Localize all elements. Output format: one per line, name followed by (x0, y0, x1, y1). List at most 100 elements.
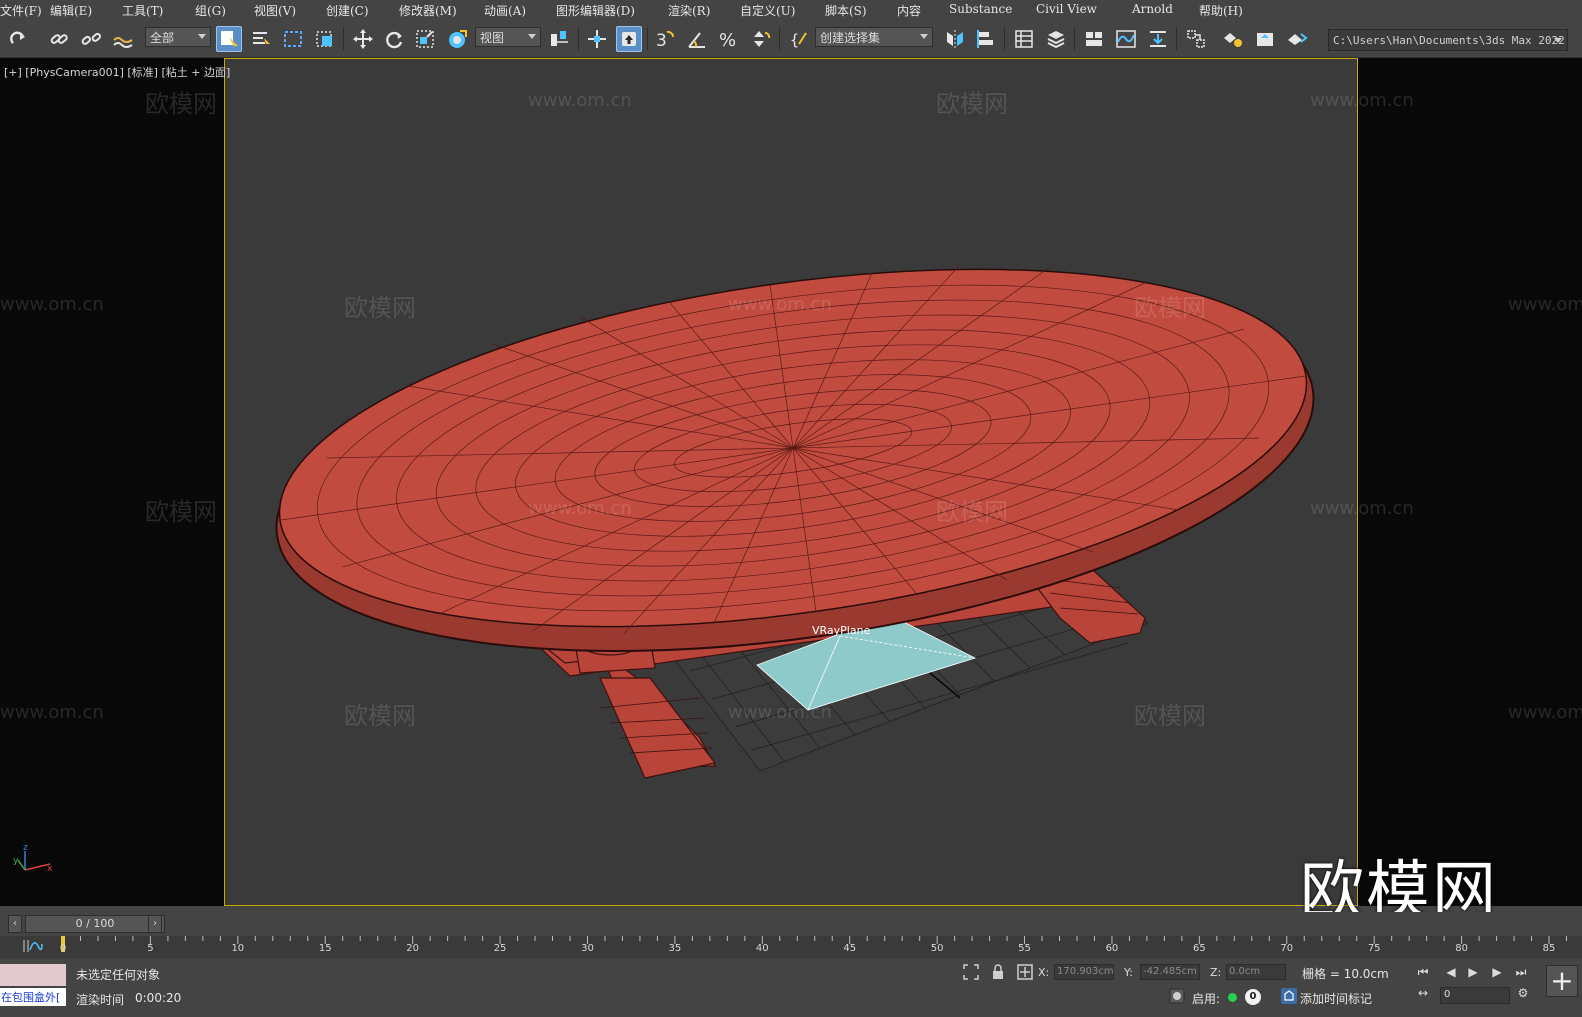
y-coordinate-field[interactable]: -42.485cm (1140, 964, 1200, 980)
curve-editor-icon[interactable] (1113, 26, 1139, 52)
reference-coord-dropdown[interactable]: 视图 (475, 27, 541, 47)
scene-explorer-icon[interactable] (1011, 26, 1037, 52)
percent-snap-icon[interactable]: % (716, 26, 742, 52)
viewport-label[interactable]: [+] [PhysCamera001] [标准] [粘土 + 边面] (4, 64, 230, 80)
toggle-ribbon-icon[interactable] (1081, 26, 1107, 52)
mirror-icon[interactable] (942, 26, 968, 52)
chevron-right-icon[interactable]: › (148, 915, 162, 933)
svg-text:3: 3 (656, 31, 667, 50)
select-by-name-icon[interactable] (248, 26, 274, 52)
toolbar-separator (779, 28, 780, 50)
menu-item[interactable]: 图形编辑器(D) (556, 2, 635, 19)
z-coordinate-field[interactable]: 0.0cm (1226, 964, 1286, 980)
lock-icon[interactable] (990, 963, 1006, 981)
menu-item[interactable]: 渲染(R) (668, 2, 710, 19)
toolbar-separator (647, 28, 648, 50)
track-tick-label: 15 (318, 943, 332, 954)
add-time-tag-button[interactable]: 添加时间标记 (1300, 990, 1372, 1007)
select-object-icon[interactable] (216, 26, 242, 52)
menu-item[interactable]: 自定义(U) (740, 2, 795, 19)
play-icon[interactable]: ▶ (1464, 963, 1482, 981)
next-frame-icon[interactable]: ▶ (1488, 963, 1506, 981)
toolbar-separator (343, 28, 344, 50)
menu-item[interactable]: Arnold (1132, 2, 1173, 16)
menu-item[interactable]: Substance (949, 2, 1012, 16)
track-tick-label: 75 (1367, 943, 1381, 954)
menu-item[interactable]: 视图(V) (254, 2, 296, 19)
time-slider-frame[interactable]: 0 / 100 (25, 915, 165, 933)
interactive-render-icon[interactable] (1168, 987, 1186, 1005)
menu-item[interactable]: 编辑(E) (50, 2, 92, 19)
snaps-toggle-icon[interactable]: 3 (652, 26, 678, 52)
go-to-start-icon[interactable]: ⏮ (1414, 963, 1432, 981)
material-editor-icon[interactable] (1183, 26, 1209, 52)
spinner-snap-icon[interactable] (748, 26, 774, 52)
time-tag-icon[interactable] (1280, 987, 1298, 1005)
named-selection-dropdown[interactable]: 创建选择集 (815, 27, 933, 47)
track-tick-label: 65 (1192, 943, 1206, 954)
edit-named-selection-icon[interactable]: { (786, 26, 812, 52)
angle-snap-icon[interactable] (684, 26, 710, 52)
track-tick-label: 60 (1105, 943, 1119, 954)
link-icon[interactable] (46, 26, 72, 52)
go-to-end-icon[interactable]: ⏭ (1512, 963, 1530, 981)
bind-space-warp-icon[interactable] (110, 26, 136, 52)
menu-item[interactable]: 脚本(S) (825, 2, 867, 19)
set-key-button[interactable]: + (1546, 965, 1578, 997)
move-icon[interactable] (350, 26, 376, 52)
watermark: 欧模网 (145, 90, 217, 118)
axis-x-glyph: x (47, 864, 53, 874)
menu-item[interactable]: 文件(F) (0, 2, 42, 19)
current-frame-field[interactable]: 0 (1440, 987, 1510, 1004)
toolbar-separator (1074, 28, 1075, 50)
maxscript-listener-output[interactable]: 在包围盒外[ (0, 988, 66, 1006)
menu-item[interactable]: 工具(T) (122, 2, 163, 19)
selection-filter-dropdown[interactable]: 全部 (145, 27, 211, 47)
select-manipulate-icon[interactable] (584, 26, 610, 52)
menu-item[interactable]: 帮助(H) (1199, 2, 1243, 19)
rectangle-selection-icon[interactable] (280, 26, 306, 52)
layer-explorer-icon[interactable] (1043, 26, 1069, 52)
menu-item[interactable]: 创建(C) (326, 2, 369, 19)
time-slider[interactable]: ‹ 0 / 100 › (0, 912, 1582, 936)
schematic-view-icon[interactable] (1145, 26, 1171, 52)
isolate-selection-icon[interactable] (962, 963, 980, 981)
rendered-frame-window-icon[interactable] (1252, 26, 1278, 52)
window-crossing-icon[interactable] (312, 26, 338, 52)
absolute-mode-icon[interactable] (1016, 963, 1034, 981)
chevron-left-icon[interactable]: ‹ (8, 915, 22, 933)
menu-item[interactable]: 动画(A) (484, 2, 526, 19)
keyboard-shortcut-override-icon[interactable] (616, 26, 642, 52)
watermark-url: www.om.cn (0, 294, 104, 315)
watermark: 欧模网 (344, 702, 416, 730)
track-tick-label: 85 (1542, 943, 1556, 954)
frame-nav-icon[interactable]: ↔ (1414, 984, 1432, 1002)
menu-item[interactable]: Civil View (1036, 2, 1097, 16)
scale-icon[interactable] (412, 26, 438, 52)
redo-icon[interactable] (6, 26, 32, 52)
axis-gizmo (17, 851, 51, 871)
time-config-icon[interactable]: ⚙ (1514, 984, 1532, 1002)
unlink-icon[interactable] (78, 26, 104, 52)
render-setup-icon[interactable] (1220, 26, 1246, 52)
align-icon[interactable] (973, 26, 999, 52)
pivot-center-icon[interactable] (546, 26, 572, 52)
track-bar[interactable]: 0 5 10 15 20 25 30 35 40 45 50 55 60 65 70 75 80 85 (0, 936, 1582, 958)
x-coordinate-field[interactable]: 170.903cm (1054, 964, 1114, 980)
menu-item[interactable]: 内容 (897, 2, 921, 19)
render-production-icon[interactable] (1284, 26, 1310, 52)
placement-icon[interactable] (444, 26, 470, 52)
maxscript-listener-input[interactable] (0, 964, 66, 986)
watermark-url: www.om.cn (1310, 498, 1414, 519)
previous-frame-icon[interactable]: ◀ (1442, 963, 1460, 981)
status-bar: 在包围盒外[ 未选定任何对象 渲染时间 0:00:20 X: 170.903cm… (0, 960, 1582, 1017)
counter-badge: 0 (1245, 989, 1261, 1005)
rotate-icon[interactable] (381, 26, 407, 52)
menu-item[interactable]: 修改器(M) (399, 2, 457, 19)
menu-item[interactable]: 组(G) (195, 2, 226, 19)
axis-z-glyph: z (23, 843, 28, 853)
viewport[interactable]: x z y [+] [PhysCamera001] [标准] [粘土 + 边面]… (0, 58, 1582, 929)
status-indicator (1228, 993, 1237, 1002)
vray-plane-label: VRayPlane (812, 624, 871, 637)
project-path-dropdown[interactable]: C:\Users\Han\Documents\3ds Max 2022 (1328, 29, 1568, 51)
